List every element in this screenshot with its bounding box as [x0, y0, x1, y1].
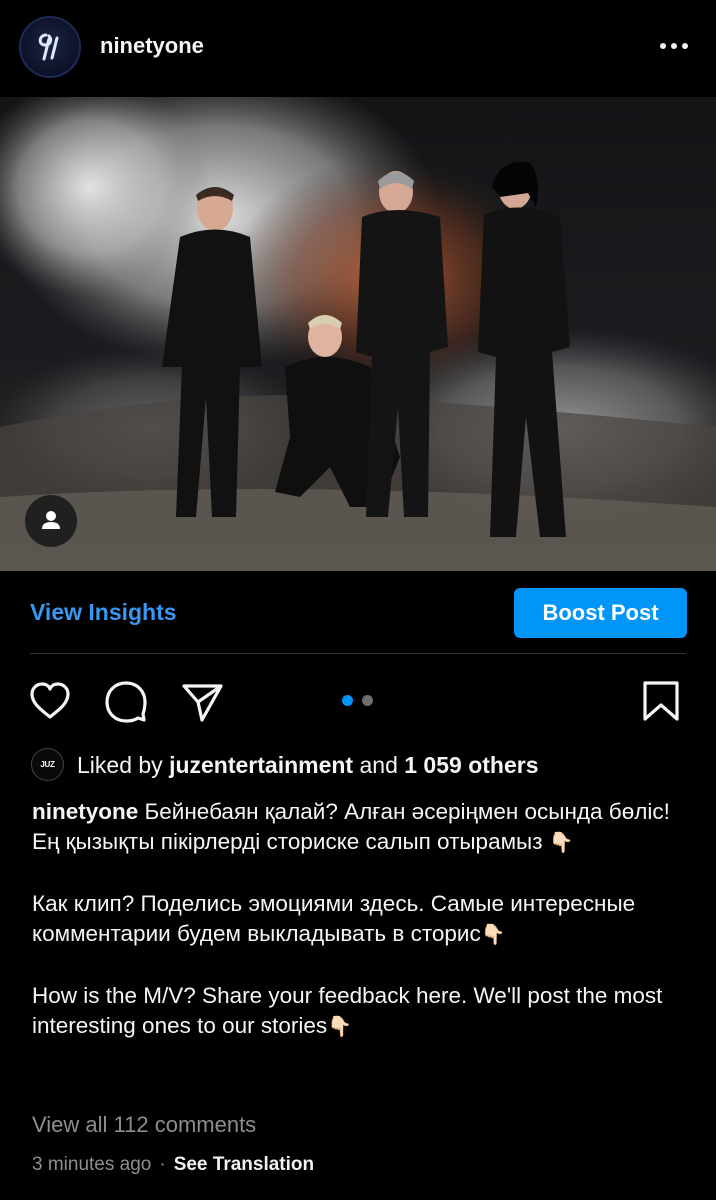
caption-russian-text: Как клип? Поделись эмоциями здесь. Самые… — [32, 891, 636, 946]
post-meta: 3 minutes ago · See Translation — [32, 1154, 314, 1176]
post-timestamp: 3 minutes ago — [32, 1154, 152, 1175]
liker-avatar[interactable]: JUZ — [31, 748, 64, 781]
liker-username[interactable]: juzentertainment — [169, 752, 353, 778]
divider — [30, 653, 686, 654]
heart-icon[interactable] — [28, 680, 72, 724]
post-caption: ninetyone Бейнебаян қалай? Алған әсеріңм… — [32, 797, 692, 1042]
comment-icon[interactable] — [104, 680, 148, 724]
tag-people-button[interactable] — [25, 495, 77, 547]
view-insights-link[interactable]: View Insights — [30, 599, 177, 626]
likes-prefix: Liked by — [77, 752, 163, 778]
likes-count[interactable]: 1 059 others — [404, 752, 538, 778]
likes-middle: and — [359, 752, 398, 778]
pointing-down-emoji: 👇🏻 — [327, 1016, 353, 1038]
carousel-dot-active — [342, 695, 353, 706]
caption-kazakh-paragraph: ninetyone Бейнебаян қалай? Алған әсеріңм… — [32, 797, 692, 858]
caption-english-paragraph: How is the M/V? Share your feedback here… — [32, 981, 692, 1042]
bookmark-icon[interactable] — [640, 680, 684, 724]
post-username[interactable]: ninetyone — [100, 33, 204, 59]
group-photo — [0, 97, 716, 571]
ninetyone-logo-icon — [38, 33, 59, 61]
pointing-down-emoji: 👇🏻 — [548, 832, 574, 854]
caption-username[interactable]: ninetyone — [32, 799, 138, 824]
carousel-dot — [362, 695, 373, 706]
more-dots-icon[interactable] — [654, 36, 694, 60]
post-image[interactable] — [0, 97, 716, 571]
see-translation-link[interactable]: See Translation — [174, 1154, 314, 1175]
send-icon[interactable] — [180, 680, 224, 724]
likes-line[interactable]: Liked by juzentertainment and 1 059 othe… — [77, 752, 539, 779]
boost-post-button[interactable]: Boost Post — [514, 588, 687, 638]
caption-russian-paragraph: Как клип? Поделись эмоциями здесь. Самые… — [32, 889, 692, 950]
pointing-down-emoji: 👇🏻 — [480, 924, 506, 946]
post-header: ninetyone — [0, 0, 716, 96]
view-all-comments-link[interactable]: View all 112 comments — [32, 1112, 256, 1138]
profile-avatar[interactable] — [19, 16, 81, 78]
person-tag-icon — [42, 511, 60, 529]
carousel-indicator — [342, 695, 376, 707]
meta-separator: · — [159, 1154, 166, 1175]
